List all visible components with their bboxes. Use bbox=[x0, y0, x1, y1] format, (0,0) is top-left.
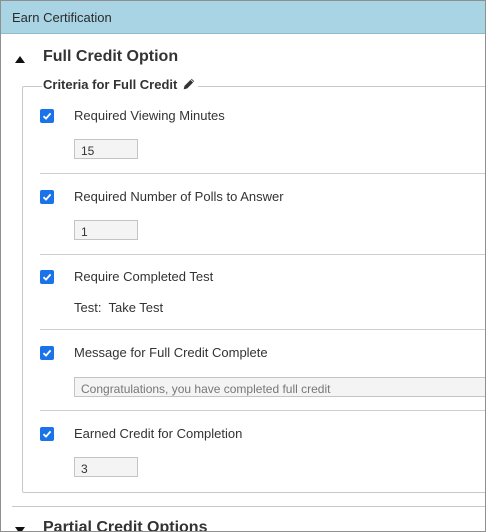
completed-test-checkbox[interactable] bbox=[40, 270, 54, 284]
test-label: Test: bbox=[74, 300, 102, 315]
viewing-minutes-label: Required Viewing Minutes bbox=[74, 108, 225, 123]
pencil-edit-icon[interactable] bbox=[182, 77, 196, 91]
criteria-item-message: Message for Full Credit Complete Congrat… bbox=[40, 345, 485, 411]
checkmark-icon bbox=[42, 112, 52, 120]
full-credit-header[interactable]: Full Credit Option bbox=[1, 48, 485, 74]
partial-credit-header[interactable]: Partial Credit Options bbox=[1, 519, 485, 532]
criteria-legend-text: Criteria for Full Credit bbox=[43, 76, 178, 92]
full-credit-title: Full Credit Option bbox=[43, 48, 179, 65]
test-line: Test: Take Test bbox=[74, 300, 163, 315]
checkmark-icon bbox=[42, 430, 52, 438]
polls-input[interactable]: 1 bbox=[74, 220, 138, 240]
viewing-minutes-input[interactable]: 15 bbox=[74, 139, 138, 159]
panel-title: Earn Certification bbox=[12, 10, 112, 25]
earn-certification-panel: Earn Certification Full Credit Option Cr… bbox=[0, 0, 486, 532]
polls-label: Required Number of Polls to Answer bbox=[74, 189, 284, 204]
earned-credit-checkbox[interactable] bbox=[40, 427, 54, 441]
expand-triangle-icon[interactable] bbox=[15, 527, 25, 531]
criteria-item-polls: Required Number of Polls to Answer 1 bbox=[40, 189, 485, 255]
message-input[interactable]: Congratulations, you have completed full… bbox=[74, 377, 485, 397]
checkmark-icon bbox=[42, 349, 52, 357]
panel-titlebar: Earn Certification bbox=[1, 1, 485, 34]
criteria-item-viewing-minutes: Required Viewing Minutes 15 bbox=[40, 108, 485, 174]
earned-credit-input[interactable]: 3 bbox=[74, 457, 138, 477]
checkmark-icon bbox=[42, 273, 52, 281]
message-label: Message for Full Credit Complete bbox=[74, 345, 268, 360]
completed-test-label: Require Completed Test bbox=[74, 269, 214, 284]
section-divider bbox=[12, 506, 485, 507]
criteria-item-earned-credit: Earned Credit for Completion 3 bbox=[40, 426, 485, 487]
earned-credit-label: Earned Credit for Completion bbox=[74, 426, 243, 441]
viewing-minutes-checkbox[interactable] bbox=[40, 109, 54, 123]
partial-credit-title: Partial Credit Options bbox=[43, 519, 208, 532]
collapse-triangle-icon[interactable] bbox=[15, 56, 25, 63]
checkmark-icon bbox=[42, 193, 52, 201]
criteria-legend: Criteria for Full Credit bbox=[42, 75, 199, 93]
message-checkbox[interactable] bbox=[40, 346, 54, 360]
polls-checkbox[interactable] bbox=[40, 190, 54, 204]
test-value-link[interactable]: Take Test bbox=[108, 300, 163, 315]
criteria-item-completed-test: Require Completed Test Test: Take Test bbox=[40, 269, 485, 330]
